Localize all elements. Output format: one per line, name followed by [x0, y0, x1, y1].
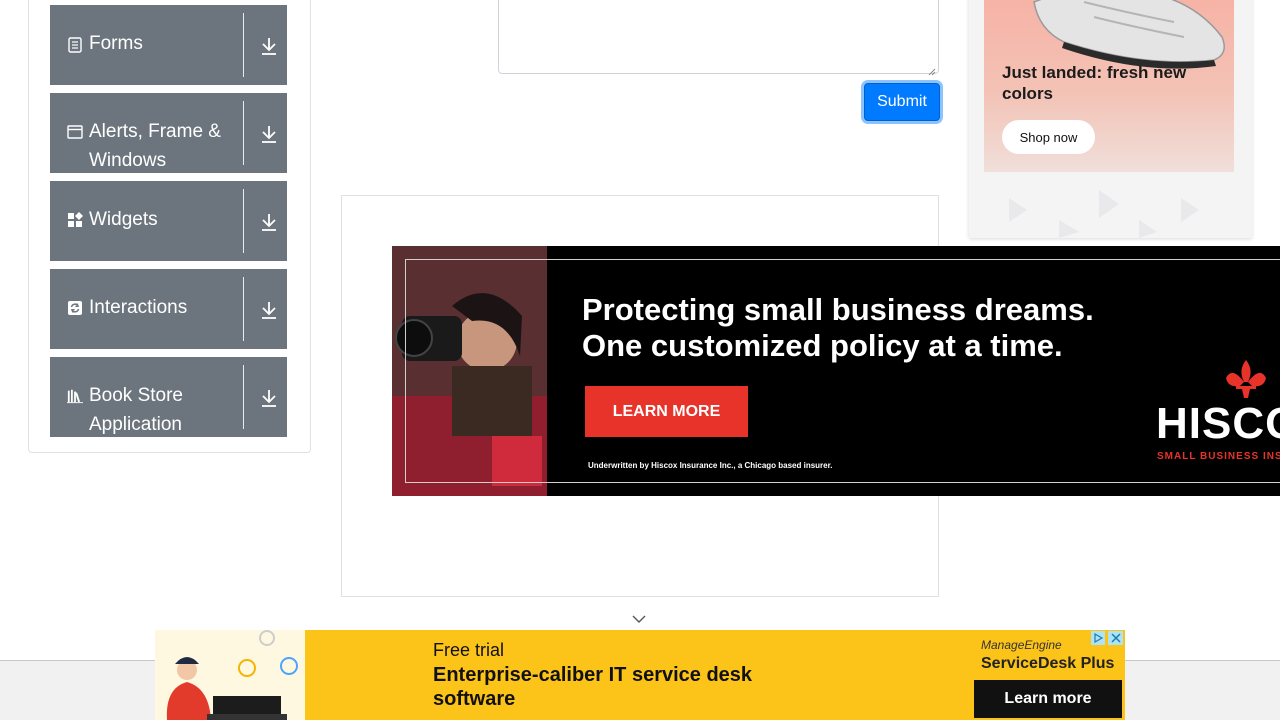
books-icon	[67, 388, 83, 404]
download-icon[interactable]	[258, 299, 280, 321]
sidebar-group-forms[interactable]: Forms	[50, 5, 287, 85]
banner-headline-line1: Protecting small business dreams.	[582, 292, 1094, 327]
resize-handle-icon[interactable]	[928, 63, 936, 76]
hiscox-banner-ad[interactable]: Protecting small business dreams. One cu…	[392, 246, 1280, 496]
chevron-down-icon[interactable]	[630, 612, 647, 626]
sidebar-group-bookstore[interactable]: Book Store Application	[50, 357, 287, 437]
bottom-ad-line2: Enterprise-caliber IT service desk softw…	[433, 664, 753, 710]
banner-headline-line2: One customized policy at a time.	[582, 328, 1063, 363]
sidebar-group-label: Book Store Application	[89, 385, 183, 435]
sidebar-group-widgets[interactable]: Widgets	[50, 181, 287, 261]
download-icon[interactable]	[258, 211, 280, 233]
divider	[243, 101, 244, 165]
interactions-icon	[67, 300, 83, 316]
divider	[243, 365, 244, 429]
divider	[243, 13, 244, 77]
banner-fine-print: Underwritten by Hiscox Insurance Inc., a…	[588, 461, 833, 470]
download-icon[interactable]	[258, 387, 280, 409]
hiscox-logo-text: HISCOX	[1156, 399, 1280, 448]
sidebar-group-interactions[interactable]: Interactions	[50, 269, 287, 349]
download-icon[interactable]	[258, 35, 280, 57]
servicedesk-bottom-ad[interactable]: Free trial Enterprise-caliber IT service…	[155, 630, 1125, 720]
bottom-ad-line1: Free trial	[433, 640, 505, 660]
fleur-de-lis-icon	[1226, 360, 1266, 398]
right-ad-headline: Just landed: fresh new colors	[1002, 63, 1187, 103]
adchoices-icon[interactable]	[1091, 631, 1105, 645]
form-icon	[67, 37, 83, 53]
window-icon	[67, 124, 83, 140]
learn-more-ad-button[interactable]: Learn more	[974, 680, 1122, 718]
divider	[243, 277, 244, 341]
sidebar-group-label: Alerts, Frame & Windows	[89, 121, 221, 171]
sidebar-group-label: Forms	[89, 33, 143, 54]
brand-name: ServiceDesk Plus	[981, 655, 1115, 672]
widgets-icon	[67, 212, 83, 228]
textarea-field[interactable]	[498, 0, 939, 76]
sidebar-group-label: Interactions	[89, 297, 188, 318]
submit-button[interactable]: Submit	[864, 83, 940, 121]
person-laptop-illustration	[155, 630, 305, 720]
shoe-ad[interactable]: Just landed: fresh new colors Shop now	[984, 0, 1234, 172]
hiscox-logo-subtitle: SMALL BUSINESS INSURANCE	[1157, 451, 1280, 462]
download-icon[interactable]	[258, 123, 280, 145]
divider	[243, 189, 244, 253]
sidebar-group-label: Widgets	[89, 209, 158, 230]
pattern-decoration	[1009, 190, 1199, 238]
sidebar-group-alerts[interactable]: Alerts, Frame & Windows	[50, 93, 287, 173]
shop-now-button[interactable]: Shop now	[1002, 120, 1095, 154]
banner-headline: Protecting small business dreams. One cu…	[582, 292, 1222, 364]
close-icon[interactable]	[1108, 631, 1123, 645]
learn-more-button[interactable]: LEARN MORE	[585, 386, 748, 437]
